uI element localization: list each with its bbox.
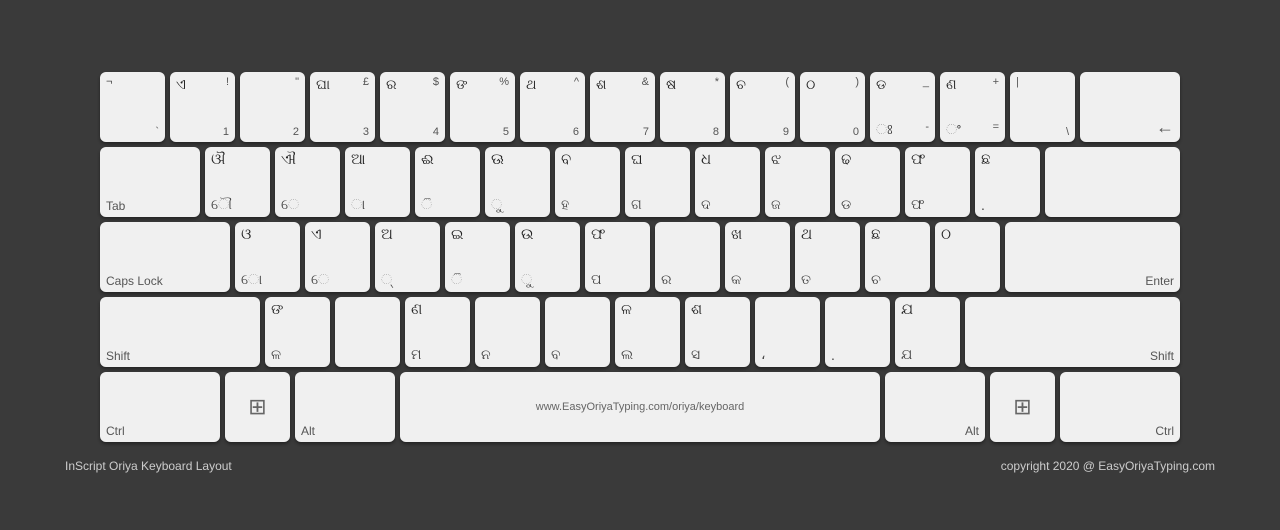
key-equals[interactable]: ଣ + ଂ = [940,72,1005,142]
key-h[interactable]: ଫ ପ [585,222,650,292]
key-i[interactable]: ଧ ଦ [695,147,760,217]
key-e[interactable]: ଆ ା [345,147,410,217]
key-caps-lock[interactable]: Caps Lock [100,222,230,292]
key-w[interactable]: ଐ େ [275,147,340,217]
key-x[interactable] [335,297,400,367]
key-1[interactable]: ଏ ! 1 [170,72,235,142]
key-2[interactable]: " 2 [240,72,305,142]
key-z[interactable]: ଙ ଳ [265,297,330,367]
key-l[interactable]: ଥ ତ [795,222,860,292]
key-ctrl-right[interactable]: Ctrl [1060,372,1180,442]
key-v[interactable]: ନ [475,297,540,367]
key-minus[interactable]: ଡ _ ଃ - [870,72,935,142]
key-bracket-r[interactable]: ଛ . [975,147,1040,217]
key-quote[interactable]: ଠ [935,222,1000,292]
keyboard-row-2: Tab ଔ ୌ ଐ େ ଆ ା ଈ ି ଊ [100,147,1180,217]
key-semicolon[interactable]: ଛ ଚ [865,222,930,292]
key-d[interactable]: ଅ ୍ [375,222,440,292]
key-r[interactable]: ଈ ି [415,147,480,217]
key-o[interactable]: ଝ ଜ [765,147,830,217]
keyboard-row-5: Ctrl ⊞ Alt www.EasyOriyaTyping.com/oriya… [100,372,1180,442]
footer: InScript Oriya Keyboard Layout copyright… [65,459,1215,473]
keyboard-row-3: Caps Lock ଓ ୋ ଏ େ ଅ ୍ ଇ ି [100,222,1180,292]
footer-left: InScript Oriya Keyboard Layout [65,459,232,473]
key-backslash[interactable]: | \ [1010,72,1075,142]
key-period[interactable]: . [825,297,890,367]
key-win-left[interactable]: ⊞ [225,372,290,442]
key-8[interactable]: ଷ * 8 [660,72,725,142]
caps-lock-label: Caps Lock [106,274,163,288]
key-enter[interactable] [1045,147,1180,217]
key-ctrl-left[interactable]: Ctrl [100,372,220,442]
key-tab[interactable]: Tab [100,147,200,217]
key-b[interactable]: ବ [545,297,610,367]
key-6[interactable]: ଥ ^ 6 [520,72,585,142]
key-m[interactable]: ଶ ସ [685,297,750,367]
key-enter-main[interactable]: Enter [1005,222,1180,292]
keyboard-row-4: Shift ଙ ଳ ଣ ମ ନ [100,297,1180,367]
key-n[interactable]: ଳ ଲ [615,297,680,367]
key-backspace[interactable]: ← [1080,72,1180,142]
key-alt-right[interactable]: Alt [885,372,985,442]
key-4[interactable]: ର $ 4 [380,72,445,142]
key-u[interactable]: ଘ ଗ [625,147,690,217]
key-shift-right[interactable]: Shift [965,297,1180,367]
key-c[interactable]: ଣ ମ [405,297,470,367]
keyboard: ¬ ` ଏ ! 1 " [85,57,1195,457]
key-comma[interactable]: ، [755,297,820,367]
key-space[interactable]: www.EasyOriyaTyping.com/oriya/keyboard [400,372,880,442]
key-alt-left[interactable]: Alt [295,372,395,442]
key-shift-left[interactable]: Shift [100,297,260,367]
key-g[interactable]: ଉ ୁ [515,222,580,292]
key-k[interactable]: ଖ କ [725,222,790,292]
key-7[interactable]: ଶ & 7 [590,72,655,142]
key-q[interactable]: ଔ ୌ [205,147,270,217]
key-3[interactable]: ଘା £ 3 [310,72,375,142]
key-y[interactable]: ବ ହ [555,147,620,217]
footer-right: copyright 2020 @ EasyOriyaTyping.com [1001,459,1215,473]
key-backtick[interactable]: ¬ ` [100,72,165,142]
key-win-right[interactable]: ⊞ [990,372,1055,442]
key-a[interactable]: ଓ ୋ [235,222,300,292]
keyboard-row-1: ¬ ` ଏ ! 1 " [100,72,1180,142]
key-s[interactable]: ଏ େ [305,222,370,292]
key-9[interactable]: ଚ ( 9 [730,72,795,142]
key-f[interactable]: ଇ ି [445,222,510,292]
key-t[interactable]: ଊ ୁ [485,147,550,217]
key-p[interactable]: ଢ ଡ [835,147,900,217]
key-j[interactable]: ର [655,222,720,292]
key-5[interactable]: ଙ % 5 [450,72,515,142]
key-0[interactable]: ଠ ) 0 [800,72,865,142]
key-slash[interactable]: ଯ ଯ [895,297,960,367]
key-bracket-l[interactable]: ଫ ଫ [905,147,970,217]
